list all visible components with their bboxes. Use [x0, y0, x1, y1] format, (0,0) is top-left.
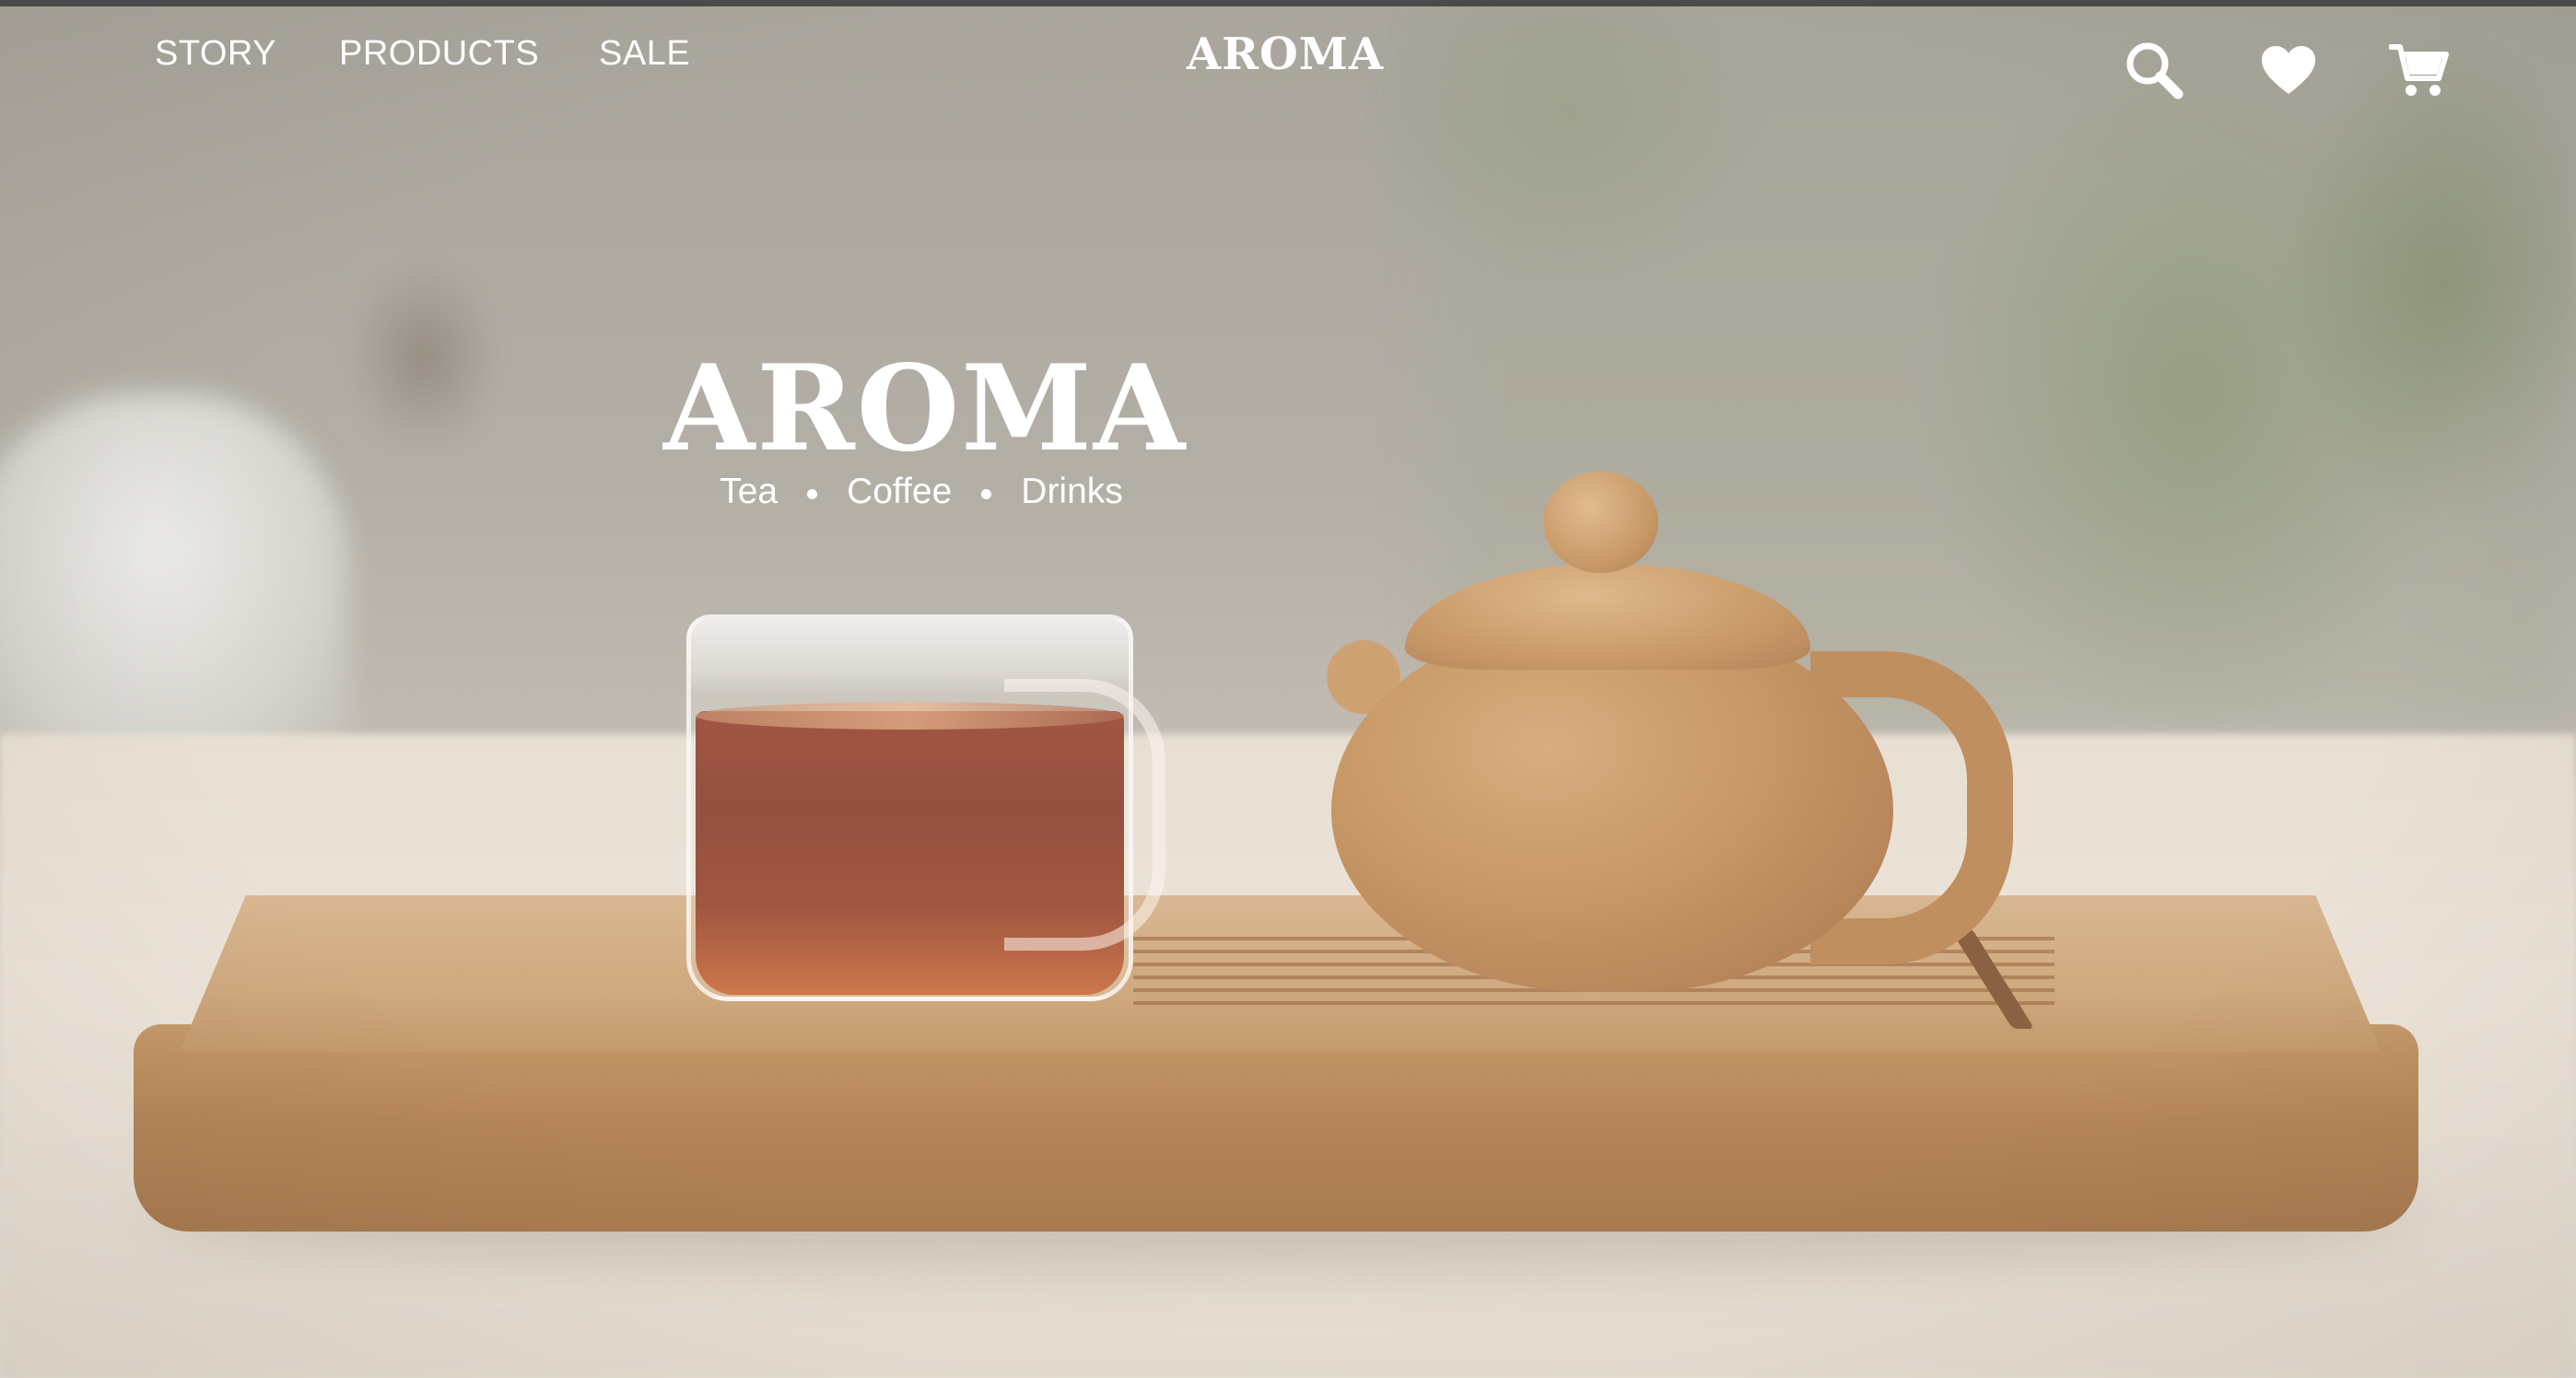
cart-button[interactable] — [2386, 37, 2453, 103]
site-logo[interactable]: AROMA — [1152, 29, 1419, 80]
nav-link-story[interactable]: STORY — [155, 34, 276, 74]
hero-title: AROMA — [663, 340, 1188, 478]
tagline-separator-dot — [981, 488, 992, 499]
hero-tagline: Tea Coffee Drinks — [663, 472, 1179, 512]
wishlist-button[interactable] — [2255, 37, 2322, 103]
vignette — [0, 6, 2576, 1378]
tagline-tea: Tea — [720, 472, 779, 511]
nav-link-sale[interactable]: SALE — [599, 34, 690, 74]
tagline-drinks: Drinks — [1021, 472, 1123, 511]
top-border — [0, 0, 2576, 6]
tagline-coffee: Coffee — [847, 472, 953, 511]
search-button[interactable] — [2121, 37, 2187, 103]
heart-icon — [2262, 46, 2315, 94]
cart-icon — [2389, 44, 2449, 96]
tagline-separator-dot — [807, 488, 818, 499]
search-icon — [2126, 42, 2184, 99]
top-navigation: STORY PRODUCTS SALE AROMA — [0, 6, 2576, 108]
nav-link-products[interactable]: PRODUCTS — [339, 34, 539, 74]
hero-background-image — [0, 6, 2576, 1378]
